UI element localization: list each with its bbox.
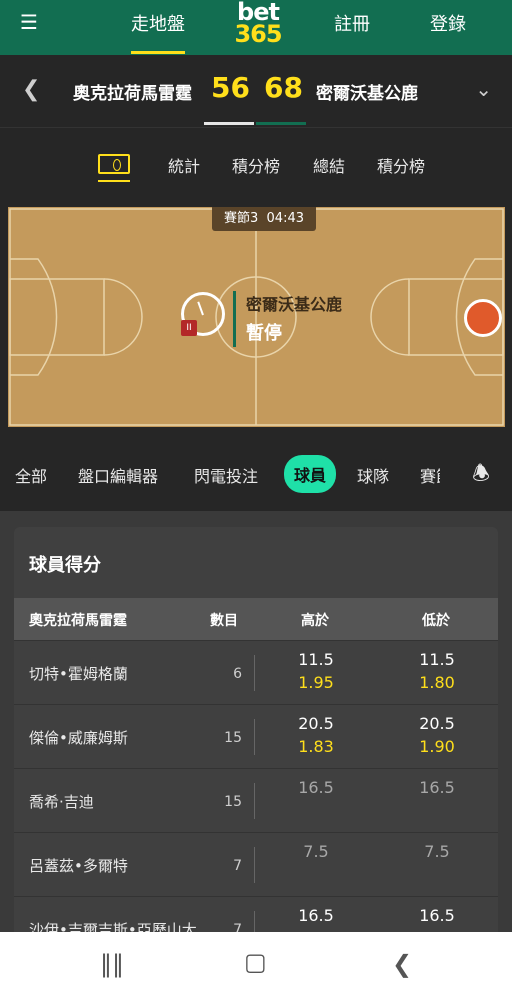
login-button[interactable]: 登錄 <box>430 10 466 36</box>
panel-title: 球員得分 <box>29 555 101 576</box>
over-line-suspended: 16.5 <box>298 778 334 797</box>
scroll-fade <box>440 437 452 511</box>
court-lines <box>9 208 504 426</box>
over-line-suspended: 7.5 <box>303 842 329 861</box>
under-line[interactable]: 16.5 <box>407 906 467 925</box>
game-time: 04:43 <box>266 211 304 226</box>
divider <box>254 655 255 691</box>
score-header: ❮ 奧克拉荷馬雷霆 56 68 密爾沃基公鹿 ⌄ <box>0 55 512 127</box>
under-odds[interactable]: 1.80 <box>407 673 467 692</box>
system-nav-bar: ‖‖ ▢ ❮ <box>0 932 512 1000</box>
tab-standings-2[interactable]: 積分榜 <box>377 153 425 177</box>
divider <box>254 719 255 755</box>
table-row: 喬希·吉迪 15 16.5 16.5 <box>14 768 498 832</box>
bell-icon[interactable]: 🕭 <box>472 459 490 493</box>
over-line[interactable]: 16.5 <box>286 906 346 925</box>
possession-team: 密爾沃基公鹿 <box>246 295 343 314</box>
player-count: 6 <box>233 666 242 682</box>
recent-apps-icon[interactable]: ‖‖ <box>100 950 124 978</box>
over-line[interactable]: 20.5 <box>286 714 346 733</box>
table-header: 奧克拉荷馬雷霆 數目 高於 低於 <box>14 598 498 640</box>
over-odds[interactable]: 1.83 <box>286 737 346 756</box>
period-label: 賽節3 <box>223 211 259 226</box>
home-team-name: 奧克拉荷馬雷霆 <box>73 84 192 104</box>
player-count: 7 <box>233 858 242 874</box>
market-tab-flash-bet[interactable]: 閃電投注 <box>194 463 258 487</box>
home-score: 56 <box>211 71 250 104</box>
back-chevron-icon[interactable]: ❮ <box>22 77 40 102</box>
logo-text-365: 365 <box>234 20 282 48</box>
away-score-bar <box>256 122 306 125</box>
basketball-icon <box>464 299 502 337</box>
possession-divider <box>233 291 236 347</box>
market-tab-all[interactable]: 全部 <box>15 463 47 487</box>
under-line[interactable]: 20.5 <box>407 714 467 733</box>
divider <box>254 847 255 883</box>
player-name: 喬希·吉迪 <box>29 793 94 811</box>
chevron-down-icon[interactable]: ⌄ <box>475 77 492 101</box>
active-tab-indicator <box>98 180 130 182</box>
market-nav: 全部 盤口編輯器 閃電投注 球員 球隊 賽節 🕭 <box>0 437 512 511</box>
over-odds[interactable]: 1.95 <box>286 673 346 692</box>
basketball-court: 賽節3 04:43 II 密爾沃基公鹿 暫停 <box>8 207 505 427</box>
hamburger-icon[interactable]: ☰ <box>20 10 38 34</box>
home-icon[interactable]: ▢ <box>244 948 267 976</box>
table-row: 傑倫•威廉姆斯 15 20.5 1.83 20.5 1.90 <box>14 704 498 768</box>
under-line-suspended: 7.5 <box>424 842 450 861</box>
register-button[interactable]: 註冊 <box>334 10 370 36</box>
player-name: 傑倫•威廉姆斯 <box>29 729 128 747</box>
period-clock-badge: 賽節3 04:43 <box>212 207 316 231</box>
under-odds[interactable]: 1.90 <box>407 737 467 756</box>
player-name: 切特•霍姆格蘭 <box>29 665 128 683</box>
header-under: 低於 <box>422 613 450 629</box>
under-line[interactable]: 11.5 <box>407 650 467 669</box>
market-tab-players[interactable]: 球員 <box>284 455 337 493</box>
over-line[interactable]: 11.5 <box>286 650 346 669</box>
away-team-name: 密爾沃基公鹿 <box>316 84 418 104</box>
tab-standings[interactable]: 積分榜 <box>232 153 280 177</box>
player-points-panel: 球員得分 奧克拉荷馬雷霆 數目 高於 低於 切特•霍姆格蘭 6 11.5 1.9… <box>14 527 498 947</box>
back-icon[interactable]: ❮ <box>392 950 412 978</box>
tab-live[interactable]: 走地盤 <box>131 10 185 54</box>
player-name: 呂蓋茲•多爾特 <box>29 857 128 875</box>
header-over: 高於 <box>301 613 329 629</box>
bet365-logo[interactable]: bet 365 <box>226 0 290 46</box>
divider <box>254 783 255 819</box>
header-team: 奧克拉荷馬雷霆 <box>29 613 127 629</box>
table-row: 呂蓋茲•多爾特 7 7.5 7.5 <box>14 832 498 896</box>
tab-summary[interactable]: 總結 <box>313 153 345 177</box>
home-score-bar <box>204 122 254 125</box>
court-area: 賽節3 04:43 II 密爾沃基公鹿 暫停 <box>0 197 512 437</box>
court-view-icon[interactable] <box>98 154 130 174</box>
stat-tabs: 統計 積分榜 總結 積分榜 <box>0 127 512 197</box>
table-row: 切特•霍姆格蘭 6 11.5 1.95 11.5 1.80 <box>14 640 498 704</box>
header-count: 數目 <box>210 613 238 629</box>
player-count: 15 <box>224 730 242 746</box>
market-tab-bet-builder[interactable]: 盤口編輯器 <box>78 463 158 487</box>
pause-icon: II <box>181 320 197 336</box>
top-nav: ☰ 走地盤 bet 365 註冊 登錄 <box>0 0 512 55</box>
tab-stats[interactable]: 統計 <box>168 153 200 177</box>
away-score: 68 <box>264 71 303 104</box>
game-status: 暫停 <box>246 323 282 344</box>
player-count: 15 <box>224 794 242 810</box>
under-line-suspended: 16.5 <box>419 778 455 797</box>
market-tab-teams[interactable]: 球隊 <box>357 463 389 487</box>
